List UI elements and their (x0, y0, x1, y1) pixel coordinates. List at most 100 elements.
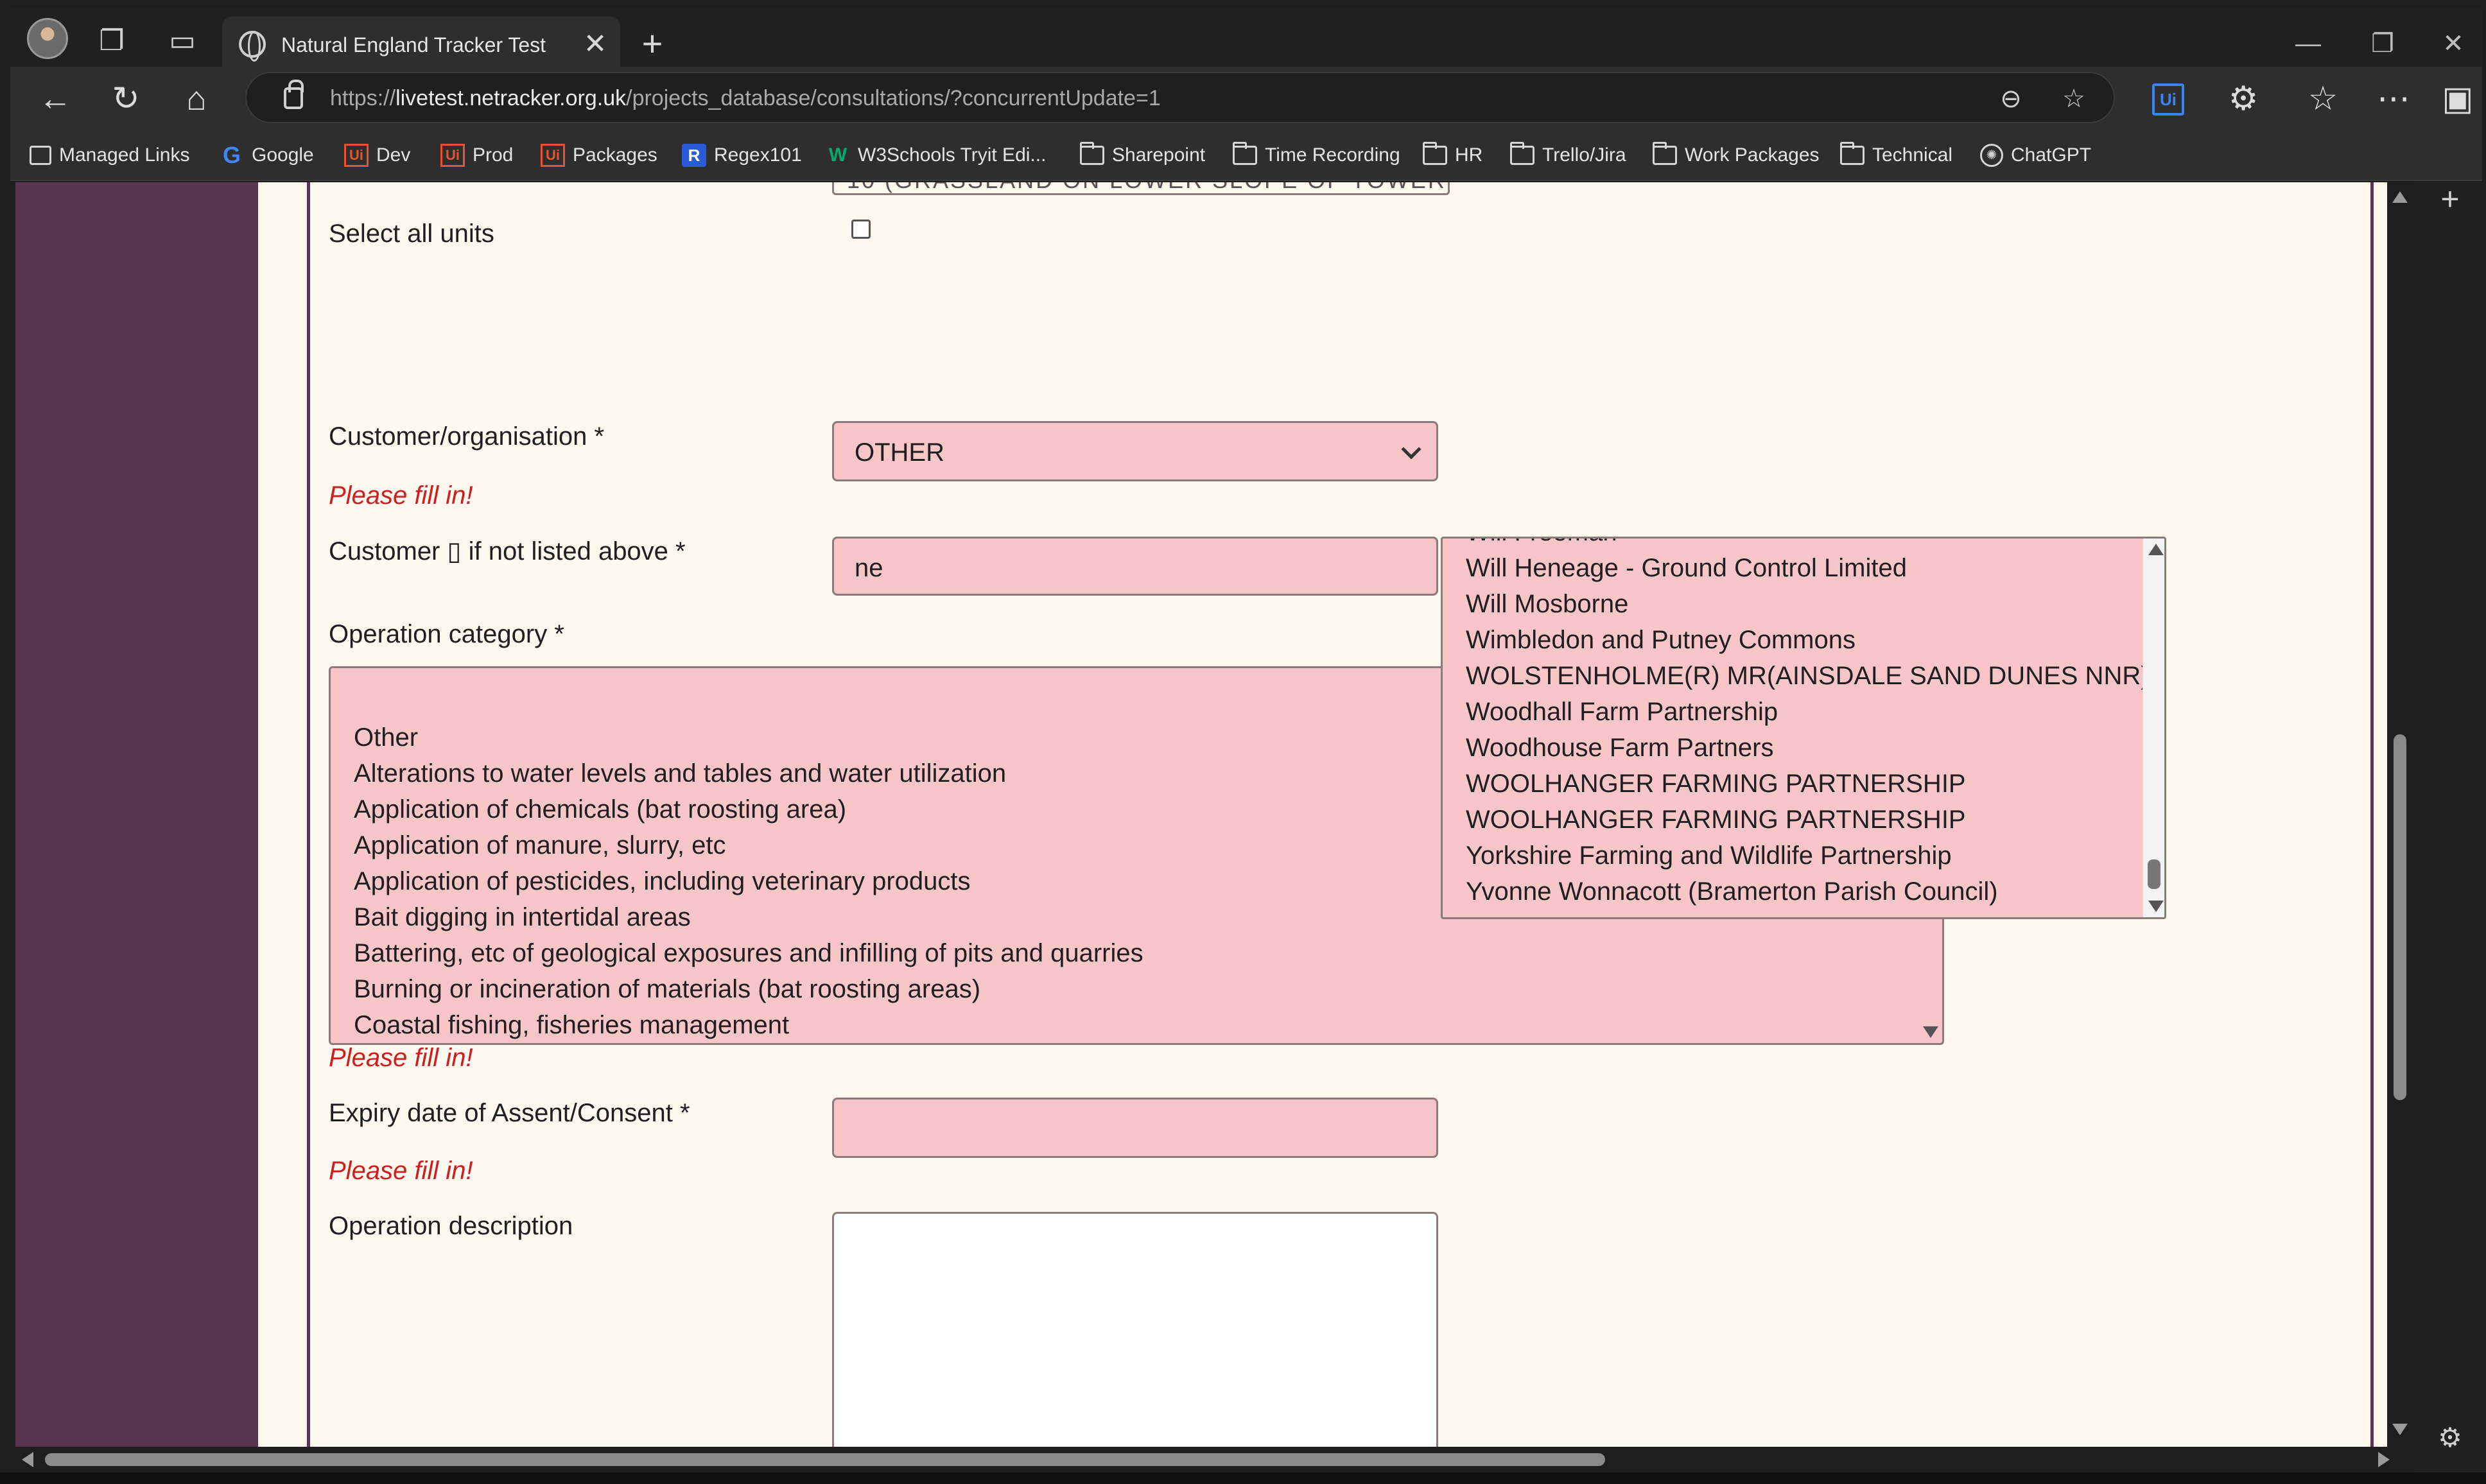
page-scroll-left-icon[interactable] (22, 1452, 33, 1467)
autocomplete-scroll-thumb[interactable] (2148, 859, 2160, 889)
folder-icon (1080, 142, 1104, 165)
operation-option[interactable] (354, 684, 1143, 720)
uipath-icon: Ui (440, 144, 465, 167)
reader-mode-icon[interactable]: ⊖ (1995, 83, 2026, 114)
bookmark-managed-links[interactable]: Managed Links (30, 141, 189, 169)
minimize-icon[interactable]: — (2286, 24, 2331, 63)
bookmark-dev[interactable]: Ui Dev (344, 141, 410, 169)
sidebar-toggle-icon[interactable]: ▣ (2437, 78, 2478, 119)
navigation-bar: ← ↻ ⌂ https://livetest.netracker.org.uk/… (10, 67, 2482, 130)
page-horizontal-thumb[interactable] (45, 1453, 1605, 1466)
bookmark-prod[interactable]: Ui Prod (440, 141, 513, 169)
folder-icon (1653, 142, 1677, 165)
uipath-extension-icon[interactable]: Ui (2152, 83, 2184, 116)
extensions-icon[interactable]: ⚙ (2223, 78, 2264, 119)
page-vertical-scrollbar[interactable] (2387, 182, 2413, 1447)
workspaces-icon[interactable]: ❐ (94, 23, 130, 59)
sidebar-add-icon[interactable]: + (2433, 182, 2467, 216)
autocomplete-option[interactable]: Will Mosborne (1466, 586, 2150, 622)
units-listbox-partial[interactable]: 10 (GRASSLAND ON LOWER SLOPE OF TOWER H (832, 182, 1450, 195)
operation-option[interactable]: Other (354, 720, 1143, 755)
page-scroll-up-icon[interactable] (2392, 191, 2408, 203)
autocomplete-option[interactable]: Woodhall Farm Partnership (1466, 694, 2150, 730)
operation-option[interactable]: Battering, etc of geological exposures a… (354, 935, 1143, 971)
customer-other-label: Customer ▯ if not listed above * (329, 537, 686, 565)
operation-description-textarea[interactable] (832, 1212, 1438, 1447)
customer-select[interactable]: OTHER (832, 421, 1438, 481)
expiry-date-label: Expiry date of Assent/Consent * (329, 1099, 690, 1127)
uipath-icon: Ui (344, 144, 369, 167)
bookmark-google[interactable]: G Google (220, 141, 314, 169)
favorite-star-icon[interactable]: ☆ (2058, 83, 2089, 114)
operation-option[interactable]: Application of pesticides, including vet… (354, 863, 1143, 899)
autocomplete-option[interactable]: WOLSTENHOLME(R) MR(AINSDALE SAND DUNES N… (1466, 658, 2150, 694)
select-all-units-label: Select all units (329, 220, 494, 248)
bookmark-w3schools[interactable]: W W3Schools Tryit Edi... (826, 141, 1047, 169)
scroll-down-icon[interactable] (2148, 901, 2164, 912)
operation-option[interactable]: Coastal fishing, fisheries management (354, 1007, 1143, 1043)
autocomplete-option[interactable]: Yvonne Wonnacott (Bramerton Parish Counc… (1466, 874, 2150, 910)
left-sidebar-panel (15, 182, 258, 1447)
customer-error: Please fill in! (329, 481, 473, 510)
select-all-units-checkbox[interactable] (851, 220, 871, 239)
lock-icon[interactable] (284, 80, 304, 109)
customer-autocomplete-list[interactable]: Will Freeman Will Heneage - Ground Contr… (1441, 537, 2166, 919)
autocomplete-option[interactable]: Yorkshire Farming and Wildlife Partnersh… (1466, 838, 2150, 874)
expiry-date-input[interactable] (832, 1098, 1438, 1158)
tab-close-icon[interactable]: ✕ (579, 28, 611, 60)
sidebar-settings-icon[interactable]: ⚙ (2433, 1421, 2467, 1454)
tab-actions-icon[interactable]: ▭ (164, 23, 200, 59)
operation-option[interactable]: Application of manure, slurry, etc (354, 827, 1143, 863)
operation-category-options: Other Alterations to water levels and ta… (354, 684, 1143, 1043)
scroll-up-icon[interactable] (2148, 544, 2164, 555)
bookmark-sharepoint[interactable]: Sharepoint (1080, 141, 1205, 169)
autocomplete-scrollbar[interactable] (2143, 539, 2164, 917)
bookmark-hr[interactable]: HR (1423, 141, 1482, 169)
page-horizontal-scrollbar[interactable] (15, 1447, 2399, 1472)
more-menu-icon[interactable]: ⋯ (2373, 78, 2414, 119)
page-scroll-right-icon[interactable] (2378, 1452, 2390, 1467)
new-tab-button[interactable]: + (634, 26, 670, 62)
page-scroll-down-icon[interactable] (2392, 1424, 2408, 1435)
uipath-icon: Ui (541, 144, 565, 167)
operation-option[interactable]: Application of chemicals (bat roosting a… (354, 791, 1143, 827)
refresh-icon[interactable]: ↻ (105, 78, 146, 119)
google-icon: G (222, 142, 241, 168)
bookmark-technical[interactable]: Technical (1840, 141, 1952, 169)
autocomplete-option[interactable]: WOOLHANGER FARMING PARTNERSHIP (1466, 802, 2150, 838)
operation-option[interactable]: Burning or incineration of materials (ba… (354, 971, 1143, 1007)
autocomplete-option[interactable]: Wimbledon and Putney Commons (1466, 622, 2150, 658)
bookmark-work-packages[interactable]: Work Packages (1653, 141, 1820, 169)
close-window-icon[interactable]: ✕ (2431, 24, 2476, 63)
bookmark-trello-jira[interactable]: Trello/Jira (1510, 141, 1626, 169)
customer-label: Customer/organisation * (329, 422, 605, 451)
browser-window: ❐ ▭ Natural England Tracker Test Site ✕ … (0, 0, 2486, 1484)
chatgpt-icon: ✺ (1980, 144, 2003, 167)
bookmark-chatgpt[interactable]: ✺ ChatGPT (1980, 141, 2091, 169)
title-bar: ❐ ▭ Natural England Tracker Test Site ✕ … (10, 9, 2482, 73)
profile-avatar[interactable] (27, 18, 68, 59)
bookmark-regex101[interactable]: R Regex101 (682, 141, 802, 169)
bookmark-time-recording[interactable]: Time Recording (1233, 141, 1400, 169)
active-tab[interactable]: Natural England Tracker Test Site ✕ (222, 17, 620, 72)
page-vertical-thumb[interactable] (2394, 734, 2406, 1100)
customer-other-input[interactable]: ne (832, 537, 1438, 596)
customer-other-value: ne (855, 554, 883, 582)
listbox-scroll-down-icon[interactable] (1923, 1026, 1938, 1038)
bookmarks-bar: Managed Links G Google Ui Dev Ui Prod Ui Pac… (10, 130, 2482, 181)
autocomplete-option[interactable]: Will Heneage - Ground Control Limited (1466, 550, 2150, 586)
autocomplete-option[interactable]: WOOLHANGER FARMING PARTNERSHIP (1466, 766, 2150, 802)
autocomplete-option[interactable]: Woodhouse Farm Partners (1466, 730, 2150, 766)
url-text[interactable]: https://livetest.netracker.org.uk/projec… (330, 86, 1161, 111)
folder-icon (1840, 142, 1865, 165)
restore-icon[interactable]: ❐ (2360, 24, 2405, 63)
operation-option[interactable]: Bait digging in intertidal areas (354, 899, 1143, 935)
operation-option[interactable]: Alterations to water levels and tables a… (354, 755, 1143, 791)
autocomplete-option[interactable]: Will Freeman (1466, 539, 2150, 550)
back-icon[interactable]: ← (35, 78, 76, 119)
operation-category-label: Operation category * (329, 620, 564, 648)
home-icon[interactable]: ⌂ (176, 78, 217, 119)
address-bar[interactable]: https://livetest.netracker.org.uk/projec… (245, 72, 2115, 123)
favorites-icon[interactable]: ☆ (2302, 78, 2343, 119)
bookmark-packages[interactable]: Ui Packages (541, 141, 657, 169)
